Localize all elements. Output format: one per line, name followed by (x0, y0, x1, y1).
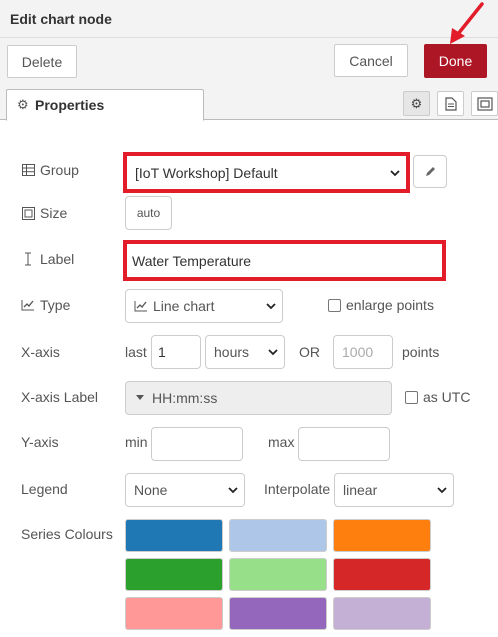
tray-toolbar: Delete Cancel Done (0, 38, 498, 84)
edit-group-button[interactable] (413, 155, 447, 188)
series-colour-swatch-3[interactable] (333, 519, 431, 552)
tab-settings[interactable]: ⚙ (403, 91, 430, 116)
xaxis-format-label: X-axis Label (21, 389, 99, 405)
gear-icon: ⚙ (17, 97, 29, 112)
label-label: Label (21, 251, 74, 267)
yaxis-min-input[interactable] (151, 427, 243, 461)
enlarge-points-option[interactable]: enlarge points (328, 297, 434, 313)
legend-select[interactable]: None (125, 473, 245, 507)
tab-properties[interactable]: ⚙ Properties (6, 89, 204, 121)
as-utc-option[interactable]: as UTC (405, 389, 470, 405)
series-colours-label: Series Colours (21, 526, 113, 542)
enlarge-points-checkbox[interactable] (328, 298, 341, 312)
tray-title: Edit chart node (10, 11, 112, 27)
resize-icon (21, 206, 35, 220)
series-colour-swatch-1[interactable] (125, 519, 223, 552)
yaxis-min-label: min (125, 434, 148, 450)
series-colour-swatch-2[interactable] (229, 519, 327, 552)
chevron-down-icon (437, 487, 447, 494)
size-label: Size (21, 205, 67, 221)
frame-icon (476, 96, 493, 111)
pencil-icon (426, 166, 435, 176)
document-icon (444, 96, 457, 111)
tray-header: Edit chart node (0, 0, 498, 38)
chevron-down-icon (228, 487, 238, 494)
caret-down-icon (136, 395, 144, 400)
series-colour-swatch-7[interactable] (125, 597, 223, 630)
tab-appearance[interactable] (471, 91, 498, 116)
xaxis-or-label: OR (299, 344, 320, 360)
properties-panel: Group [IoT Workshop] Default Size auto L… (0, 121, 498, 637)
xaxis-last-label: last (125, 344, 147, 360)
xaxis-label: X-axis (21, 344, 60, 360)
type-select[interactable]: Line chart (125, 289, 283, 323)
interpolate-select[interactable]: linear (334, 473, 454, 507)
label-input[interactable]: Water Temperature (127, 244, 442, 277)
type-label: Type (21, 297, 70, 313)
cancel-button[interactable]: Cancel (334, 44, 408, 77)
tab-description[interactable] (437, 91, 464, 116)
line-chart-icon (21, 298, 35, 312)
line-chart-icon (134, 300, 148, 312)
series-colour-swatch-8[interactable] (229, 597, 327, 630)
xaxis-points-input[interactable]: 1000 (333, 335, 393, 369)
series-colour-swatch-9[interactable] (333, 597, 431, 630)
yaxis-max-input[interactable] (298, 427, 390, 461)
series-colour-swatch-4[interactable] (125, 558, 223, 591)
delete-button[interactable]: Delete (7, 45, 77, 78)
annotation-arrow-icon (450, 2, 484, 44)
as-utc-checkbox[interactable] (405, 390, 418, 404)
interpolate-label: Interpolate (264, 481, 331, 497)
yaxis-max-label: max (268, 434, 295, 450)
group-select[interactable]: [IoT Workshop] Default (127, 156, 406, 189)
done-button[interactable]: Done (424, 44, 487, 78)
chevron-down-icon (268, 349, 278, 356)
xaxis-points-label: points (402, 344, 440, 360)
series-colour-swatch-6[interactable] (333, 558, 431, 591)
tab-bar: ⚙ Properties ⚙ (0, 84, 498, 121)
xaxis-format-input[interactable]: HH:mm:ss (125, 381, 392, 415)
series-colour-swatch-5[interactable] (229, 558, 327, 591)
group-label: Group (21, 162, 79, 178)
yaxis-label: Y-axis (21, 434, 59, 450)
tab-properties-label: Properties (35, 97, 105, 113)
gear-icon: ⚙ (410, 95, 423, 111)
size-button[interactable]: auto (125, 196, 172, 230)
legend-label: Legend (21, 481, 68, 497)
chevron-down-icon (266, 303, 276, 310)
xaxis-last-input[interactable]: 1 (151, 335, 201, 369)
xaxis-unit-select[interactable]: hours (205, 335, 285, 369)
text-cursor-icon (21, 252, 35, 266)
table-icon (21, 163, 35, 177)
chevron-down-icon (390, 169, 400, 176)
